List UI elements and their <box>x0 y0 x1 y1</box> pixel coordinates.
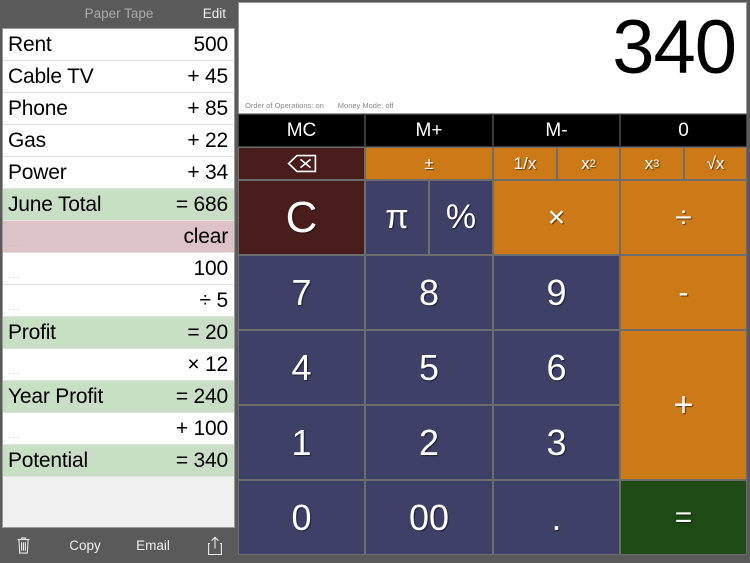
share-icon[interactable] <box>200 528 230 563</box>
key-4[interactable]: 4 <box>238 330 365 405</box>
calculator-panel: 340 Order of Operations: on Money Mode: … <box>238 0 750 563</box>
tape-row[interactable]: ... 100 <box>3 253 234 285</box>
key-memory-minus[interactable]: M- <box>493 114 620 147</box>
key-divide[interactable]: ÷ <box>620 180 747 255</box>
tape-row[interactable]: Rent 500 <box>3 29 234 61</box>
key-memory-plus[interactable]: M+ <box>365 114 493 147</box>
calculator-keypad: MC M+ M- 0 ± 1/x x2 x3 √x C π % × ÷ 7 8 … <box>238 114 747 563</box>
tape-row-value: 500 <box>193 32 229 56</box>
key-3[interactable]: 3 <box>493 405 620 480</box>
tape-row-label: ... <box>8 302 22 312</box>
tape-row-label: Phone <box>8 96 68 120</box>
key-backspace[interactable] <box>238 147 365 180</box>
tape-row-label: Rent <box>8 32 52 56</box>
tape-row[interactable]: ... × 12 <box>3 349 234 381</box>
tape-row[interactable]: ... + 100 <box>3 413 234 445</box>
tape-row-value: + 85 <box>187 96 228 120</box>
key-0[interactable]: 0 <box>238 480 365 555</box>
tape-row-label: ... <box>8 238 22 248</box>
key-00[interactable]: 00 <box>365 480 493 555</box>
tape-row-label: ... <box>8 366 22 376</box>
paper-tape-panel: Paper Tape Edit Rent 500 Cable TV + 45 Phone… <box>0 0 238 563</box>
key-reciprocal[interactable]: 1/x <box>493 147 557 180</box>
key-plus-minus[interactable]: ± <box>365 147 493 180</box>
tape-row-label: June Total <box>8 192 102 216</box>
paper-tape-toolbar: Copy Email <box>0 528 238 563</box>
key-cube[interactable]: x3 <box>620 147 684 180</box>
tape-row[interactable]: Gas + 22 <box>3 125 234 157</box>
calculator-app: Paper Tape Edit Rent 500 Cable TV + 45 Phone… <box>0 0 750 563</box>
key-5[interactable]: 5 <box>365 330 493 405</box>
key-cube-base: x <box>644 153 654 173</box>
paper-tape-list[interactable]: Rent 500 Cable TV + 45 Phone + 85 Gas + 22 Power… <box>2 28 235 528</box>
copy-button[interactable]: Copy <box>50 528 120 563</box>
tape-row-label: Cable TV <box>8 64 94 88</box>
tape-row[interactable]: Phone + 85 <box>3 93 234 125</box>
tape-row-value: clear <box>183 224 228 248</box>
paper-tape-header: Paper Tape Edit <box>0 0 238 28</box>
display-value: 340 <box>612 5 737 90</box>
tape-row-label: Power <box>8 160 67 184</box>
calculator-display: 340 Order of Operations: on Money Mode: … <box>238 2 747 114</box>
order-of-operations-flag: Order of Operations: on <box>245 101 324 110</box>
paper-tape-filler <box>3 477 234 527</box>
tape-row-value: 100 <box>193 256 229 280</box>
tape-row[interactable]: Year Profit = 240 <box>3 381 234 413</box>
tape-row-label: ... <box>8 270 22 280</box>
tape-row-value: ÷ 5 <box>199 288 229 312</box>
tape-row-value: = 340 <box>175 448 228 472</box>
tape-row[interactable]: ... clear <box>3 221 234 253</box>
tape-row-label: Profit <box>8 320 56 344</box>
tape-row-label: ... <box>8 430 22 440</box>
key-square[interactable]: x2 <box>557 147 620 180</box>
key-plus[interactable]: + <box>620 330 747 480</box>
tape-row[interactable]: Potential = 340 <box>3 445 234 477</box>
key-minus[interactable]: - <box>620 255 747 330</box>
tape-row-value: + 34 <box>187 160 228 184</box>
email-button[interactable]: Email <box>122 528 184 563</box>
tape-row[interactable]: ... ÷ 5 <box>3 285 234 317</box>
key-1[interactable]: 1 <box>238 405 365 480</box>
tape-row-value: + 22 <box>187 128 228 152</box>
tape-row-label: Gas <box>8 128 46 152</box>
key-percent[interactable]: % <box>429 180 493 255</box>
tape-row-value: = 20 <box>187 320 228 344</box>
money-mode-flag: Money Mode: off <box>337 101 394 110</box>
key-clear[interactable]: C <box>238 180 365 255</box>
key-2[interactable]: 2 <box>365 405 493 480</box>
key-9[interactable]: 9 <box>493 255 620 330</box>
key-7[interactable]: 7 <box>238 255 365 330</box>
tape-row-value: = 686 <box>175 192 228 216</box>
memory-value-display: 0 <box>620 114 747 147</box>
key-square-root[interactable]: √x <box>684 147 747 180</box>
tape-row[interactable]: Cable TV + 45 <box>3 61 234 93</box>
tape-row-value: + 100 <box>175 416 228 440</box>
display-flags: Order of Operations: on Money Mode: off <box>245 101 394 110</box>
tape-row-value: + 45 <box>187 64 228 88</box>
tape-row-value: × 12 <box>187 352 228 376</box>
tape-row[interactable]: June Total = 686 <box>3 189 234 221</box>
tape-row[interactable]: Power + 34 <box>3 157 234 189</box>
key-square-base: x <box>581 153 590 173</box>
tape-row-label: Year Profit <box>8 384 104 408</box>
tape-row[interactable]: Profit = 20 <box>3 317 234 349</box>
tape-row-value: = 240 <box>175 384 228 408</box>
trash-icon[interactable] <box>8 528 38 563</box>
key-memory-clear[interactable]: MC <box>238 114 365 147</box>
key-pi[interactable]: π <box>365 180 429 255</box>
edit-button[interactable]: Edit <box>203 0 226 28</box>
key-8[interactable]: 8 <box>365 255 493 330</box>
key-6[interactable]: 6 <box>493 330 620 405</box>
key-equals[interactable]: = <box>620 480 747 555</box>
key-multiply[interactable]: × <box>493 180 620 255</box>
tape-row-label: Potential <box>8 448 88 472</box>
key-decimal[interactable]: . <box>493 480 620 555</box>
